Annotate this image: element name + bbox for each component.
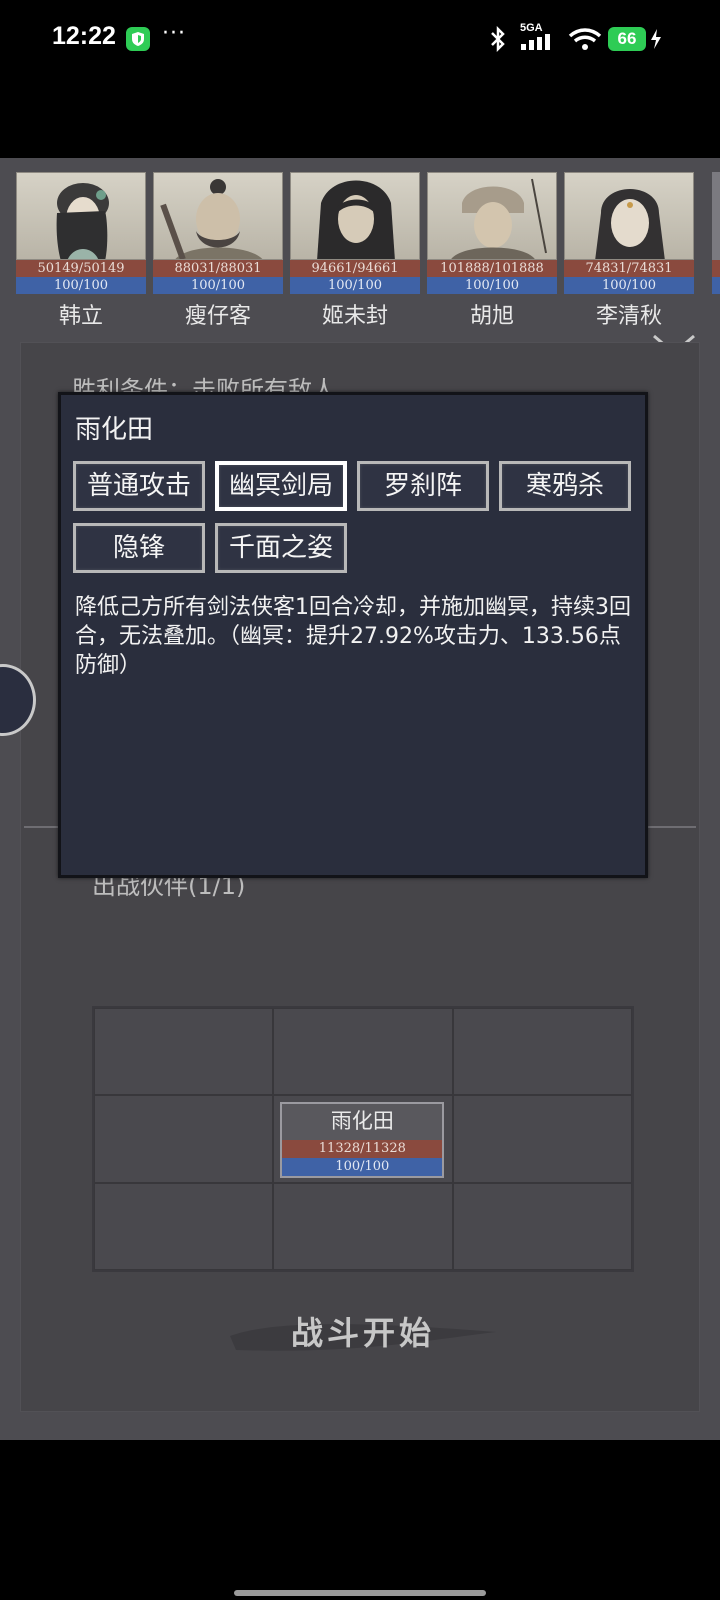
- hero-hp-bar: 88031/88031: [153, 260, 283, 277]
- formation-slot[interactable]: [452, 1182, 632, 1270]
- navigation-bar: [0, 1440, 720, 1600]
- skill-description: 降低己方所有剑法侠客1回合冷却，并施加幽冥，持续3回合，无法叠加。（幽冥：提升2…: [75, 595, 631, 678]
- skill-button[interactable]: 寒鸦杀: [499, 461, 631, 511]
- hero-name: 胡旭: [469, 304, 514, 329]
- hero-hp-bar: 101888/101888: [427, 260, 557, 277]
- hero-name: 瘦仔客: [184, 304, 251, 329]
- formation-slot[interactable]: [94, 1095, 274, 1183]
- unit-name: 雨化田: [330, 1109, 394, 1134]
- formation-unit-card[interactable]: 雨化田 11328/11328 100/100: [280, 1102, 445, 1179]
- skill-button-normal-attack[interactable]: 普通攻击: [73, 461, 205, 511]
- hero-card-partial[interactable]: [712, 172, 720, 294]
- formation-slot[interactable]: [94, 1182, 274, 1270]
- hero-card[interactable]: 101888/101888 100/100 胡旭: [427, 172, 557, 330]
- hero-card[interactable]: 94661/94661 100/100 姬未封: [290, 172, 420, 330]
- unit-hp-bar: 11328/11328: [282, 1140, 443, 1159]
- skill-button[interactable]: 罗刹阵: [357, 461, 489, 511]
- game-screen: 50149/50149 100/100 韩立 88031/88031 100/1…: [0, 158, 720, 1440]
- hero-mp-bar: 100/100: [564, 277, 694, 294]
- hero-name: 姬未封: [321, 304, 388, 329]
- skill-button[interactable]: 隐锋: [73, 523, 205, 573]
- hero-mp-bar: 100/100: [427, 277, 557, 294]
- shield-icon: [126, 27, 150, 51]
- hero-hp-bar: 94661/94661: [290, 260, 420, 277]
- hero-name: 李清秋: [595, 304, 662, 329]
- more-icon: ···: [162, 21, 186, 46]
- hero-card[interactable]: 88031/88031 100/100 瘦仔客: [153, 172, 283, 330]
- wifi-icon: [568, 28, 602, 50]
- hero-hp-bar: 74831/74831: [564, 260, 694, 277]
- hero-hp-bar: 50149/50149: [16, 260, 146, 277]
- hero-portrait: [564, 172, 694, 260]
- hero-card[interactable]: 74831/74831 100/100 李清秋: [564, 172, 694, 330]
- hero-portrait: [427, 172, 557, 260]
- network-type-label: 5GA: [520, 22, 543, 34]
- formation-slot[interactable]: [452, 1095, 632, 1183]
- home-indicator[interactable]: [234, 1590, 486, 1596]
- hero-portrait: [153, 172, 283, 260]
- hero-name: 韩立: [58, 304, 103, 329]
- formation-grid: 雨化田 11328/11328 100/100: [92, 1006, 634, 1272]
- hero-mp-bar: 100/100: [16, 277, 146, 294]
- charging-bolt-icon: [651, 29, 661, 49]
- formation-slot[interactable]: 雨化田 11328/11328 100/100: [273, 1095, 453, 1183]
- status-time: 12:22: [52, 22, 116, 50]
- start-battle-button[interactable]: 战斗开始: [228, 1308, 498, 1354]
- hero-portrait: [290, 172, 420, 260]
- hero-mp-bar: 100/100: [290, 277, 420, 294]
- skill-button[interactable]: 千面之姿: [215, 523, 347, 573]
- battery-indicator: 66: [608, 27, 646, 51]
- status-bar: 12:22 ··· 5GA 66: [0, 0, 720, 80]
- unit-mp-bar: 100/100: [282, 1158, 443, 1177]
- hero-card[interactable]: 50149/50149 100/100 韩立: [16, 172, 146, 330]
- formation-slot[interactable]: [94, 1008, 274, 1096]
- formation-slot[interactable]: [452, 1008, 632, 1096]
- skill-dialog: 雨化田 普通攻击 幽冥剑局 罗刹阵 寒鸦杀 隐锋 千面之姿 降低己方所有剑法侠客…: [58, 392, 648, 878]
- dialog-title: 雨化田: [75, 415, 154, 445]
- formation-slot[interactable]: [273, 1008, 453, 1096]
- formation-slot[interactable]: [273, 1182, 453, 1270]
- hero-portrait: [16, 172, 146, 260]
- bluetooth-icon: [491, 26, 505, 52]
- skill-button-selected[interactable]: 幽冥剑局: [215, 461, 347, 511]
- hero-mp-bar: 100/100: [153, 277, 283, 294]
- signal-icon: [521, 34, 550, 50]
